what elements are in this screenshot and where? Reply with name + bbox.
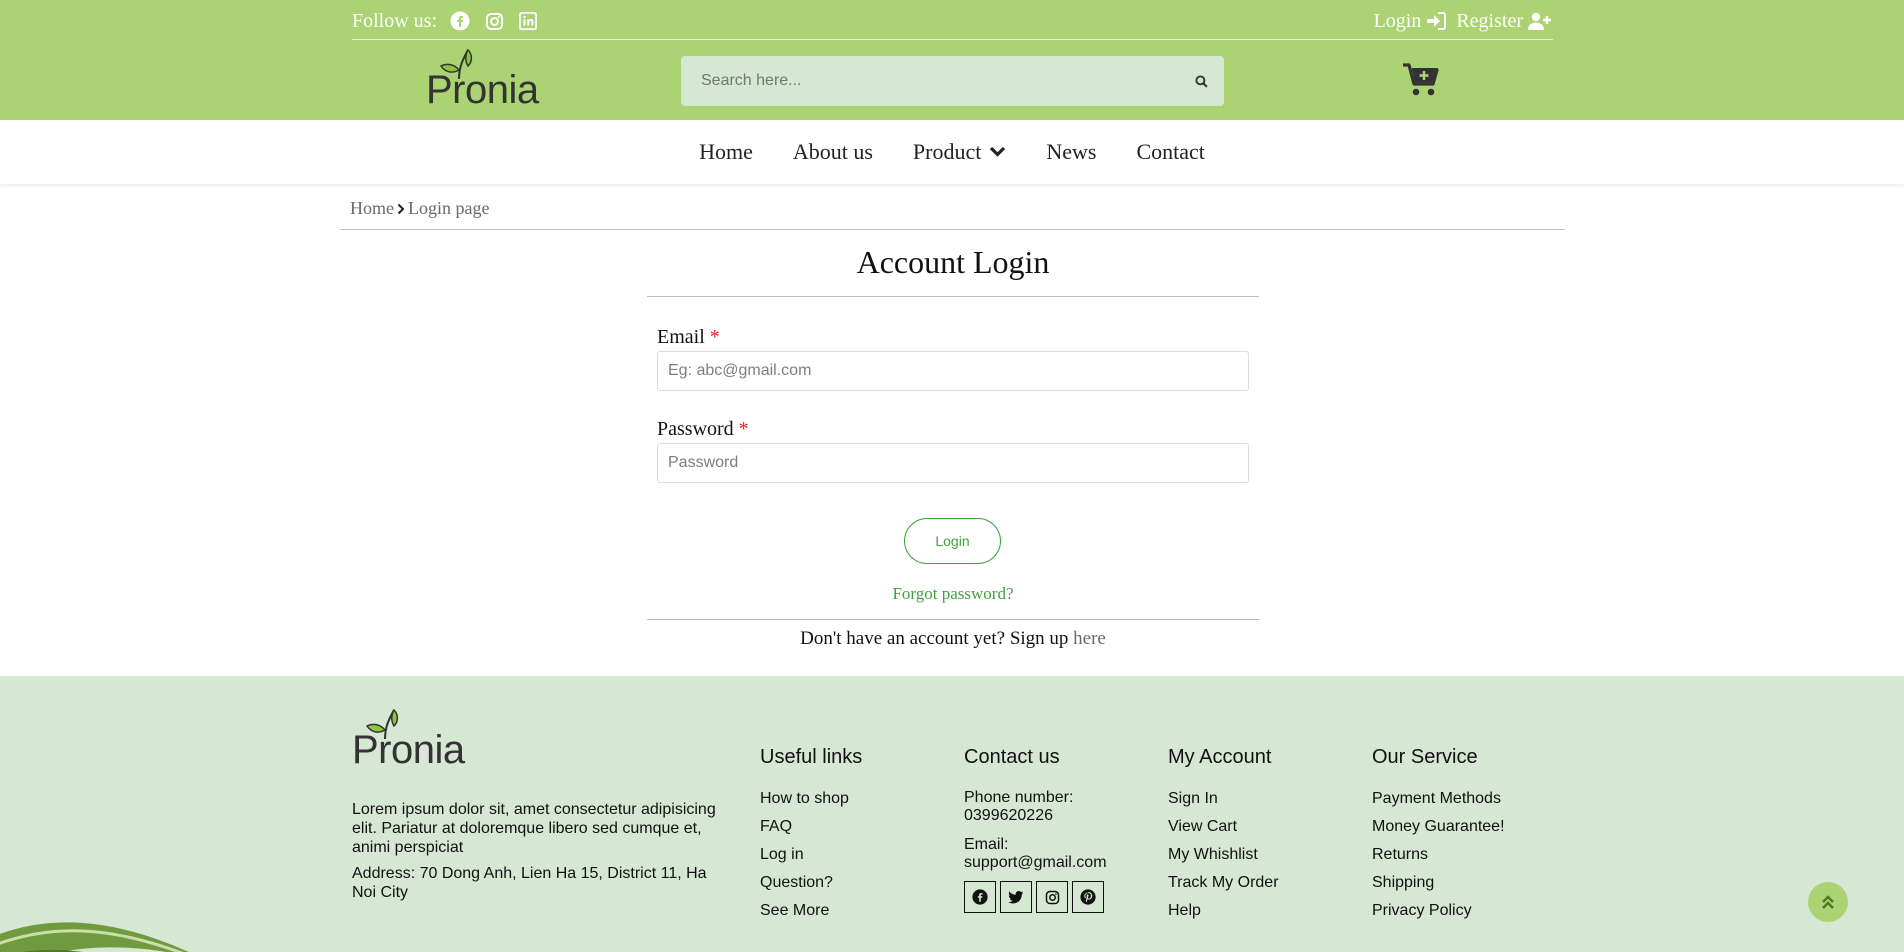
email-info: Email: support@gmail.com: [964, 836, 1144, 872]
my-account-title: My Account: [1168, 746, 1272, 768]
pinterest-icon[interactable]: [1072, 881, 1104, 913]
required-mark: *: [709, 326, 720, 348]
contact-column: Contact us Phone number: 0399620226 Emai…: [964, 746, 1144, 913]
scroll-to-top-button[interactable]: [1808, 882, 1848, 922]
footer-social: [964, 881, 1144, 913]
nav-contact[interactable]: Contact: [1136, 139, 1204, 165]
nav-about-us[interactable]: About us: [793, 139, 873, 165]
email-field[interactable]: [657, 351, 1249, 391]
footer-link[interactable]: Shipping: [1372, 873, 1505, 901]
cart-plus-icon: [1403, 63, 1439, 96]
useful-links-column: Useful links How to shop FAQ Log in Ques…: [760, 746, 862, 929]
our-service-column: Our Service Payment Methods Money Guaran…: [1372, 746, 1505, 929]
footer-link[interactable]: Money Guarantee!: [1372, 817, 1505, 845]
footer-link[interactable]: View Cart: [1168, 817, 1279, 845]
facebook-icon[interactable]: [449, 10, 471, 32]
phone-info: Phone number: 0399620226: [964, 789, 1144, 825]
nav-product[interactable]: Product: [913, 139, 1006, 165]
email-label-text: Email: [657, 326, 705, 348]
login-button[interactable]: Login: [904, 518, 1001, 564]
my-account-column: My Account Sign In View Cart My Whishlis…: [1168, 746, 1279, 929]
chevron-down-icon: [990, 146, 1006, 157]
search-icon: [1194, 74, 1208, 88]
title-divider: [647, 296, 1259, 297]
email-label: Email *: [657, 326, 720, 349]
footer-logo[interactable]: Pronia: [352, 708, 468, 772]
double-chevron-up-icon: [1822, 895, 1834, 909]
breadcrumb-divider: [341, 229, 1565, 230]
facebook-icon[interactable]: [964, 881, 996, 913]
phone-label: Phone number:: [964, 789, 1074, 806]
header-bar: Follow us: Login Register Pronia: [0, 0, 1904, 120]
decorative-leaf-image: [0, 922, 189, 952]
search-input[interactable]: [681, 56, 1178, 106]
login-link[interactable]: Login: [1374, 10, 1447, 33]
breadcrumb: Home Login page: [350, 198, 489, 219]
footer-link[interactable]: Log in: [760, 845, 862, 873]
footer-link[interactable]: Payment Methods: [1372, 789, 1505, 817]
chevron-right-icon: [397, 203, 405, 214]
useful-links-title: Useful links: [760, 746, 863, 768]
signup-link[interactable]: here: [1073, 628, 1106, 649]
linkedin-icon[interactable]: [517, 10, 539, 32]
site-logo[interactable]: Pronia: [426, 48, 542, 112]
instagram-icon[interactable]: [483, 10, 505, 32]
form-divider: [647, 619, 1259, 620]
footer-link[interactable]: Privacy Policy: [1372, 901, 1505, 929]
footer-link[interactable]: Sign In: [1168, 789, 1279, 817]
nav-news[interactable]: News: [1046, 139, 1096, 165]
footer-link[interactable]: FAQ: [760, 817, 862, 845]
footer: Pronia Lorem ipsum dolor sit, amet conse…: [0, 676, 1904, 952]
twitter-icon[interactable]: [1000, 881, 1032, 913]
footer-link[interactable]: Track My Order: [1168, 873, 1279, 901]
signup-text: Don't have an account yet? Sign up: [800, 628, 1069, 649]
password-label-text: Password: [657, 418, 734, 440]
email-label-footer: Email:: [964, 836, 1009, 853]
footer-about: Lorem ipsum dolor sit, amet consectetur …: [352, 801, 716, 856]
nav-product-label: Product: [912, 139, 982, 164]
our-service-title: Our Service: [1372, 746, 1478, 768]
password-label: Password *: [657, 418, 749, 441]
search-bar: [681, 56, 1224, 106]
footer-link[interactable]: Returns: [1372, 845, 1505, 873]
signup-prompt: Don't have an account yet? Sign up here: [647, 628, 1259, 650]
page-title: Account Login: [856, 244, 1050, 280]
footer-logo-text: Pronia: [352, 728, 465, 772]
footer-link[interactable]: How to shop: [760, 789, 862, 817]
password-field[interactable]: [657, 443, 1249, 483]
user-plus-icon: [1528, 12, 1551, 30]
follow-us: Follow us:: [352, 8, 539, 34]
contact-title: Contact us: [964, 746, 1060, 768]
register-link[interactable]: Register: [1456, 10, 1552, 33]
phone-number: 0399620226: [964, 807, 1053, 824]
login-label: Login: [1373, 9, 1422, 32]
breadcrumb-home[interactable]: Home: [350, 198, 394, 219]
footer-link[interactable]: Help: [1168, 901, 1279, 929]
required-mark: *: [738, 418, 749, 440]
logo-text: Pronia: [426, 68, 539, 112]
footer-link[interactable]: My Whishlist: [1168, 845, 1279, 873]
breadcrumb-current: Login page: [408, 198, 490, 218]
follow-label: Follow us:: [352, 9, 438, 32]
register-label: Register: [1456, 9, 1523, 32]
email-address: support@gmail.com: [964, 854, 1107, 871]
sign-in-icon: [1427, 12, 1447, 30]
instagram-icon[interactable]: [1036, 881, 1068, 913]
search-button[interactable]: [1178, 56, 1224, 106]
cart-button[interactable]: [1402, 62, 1440, 98]
auth-links: Login Register: [1374, 8, 1552, 34]
header-divider: [352, 39, 1553, 40]
footer-address: Address: 70 Dong Anh, Lien Ha 15, Distri…: [352, 865, 707, 901]
nav-home[interactable]: Home: [699, 139, 753, 165]
main-nav: Home About us Product News Contact: [0, 120, 1904, 184]
footer-link[interactable]: See More: [760, 901, 862, 929]
footer-link[interactable]: Question?: [760, 873, 862, 901]
forgot-password-link[interactable]: Forgot password?: [647, 584, 1259, 604]
